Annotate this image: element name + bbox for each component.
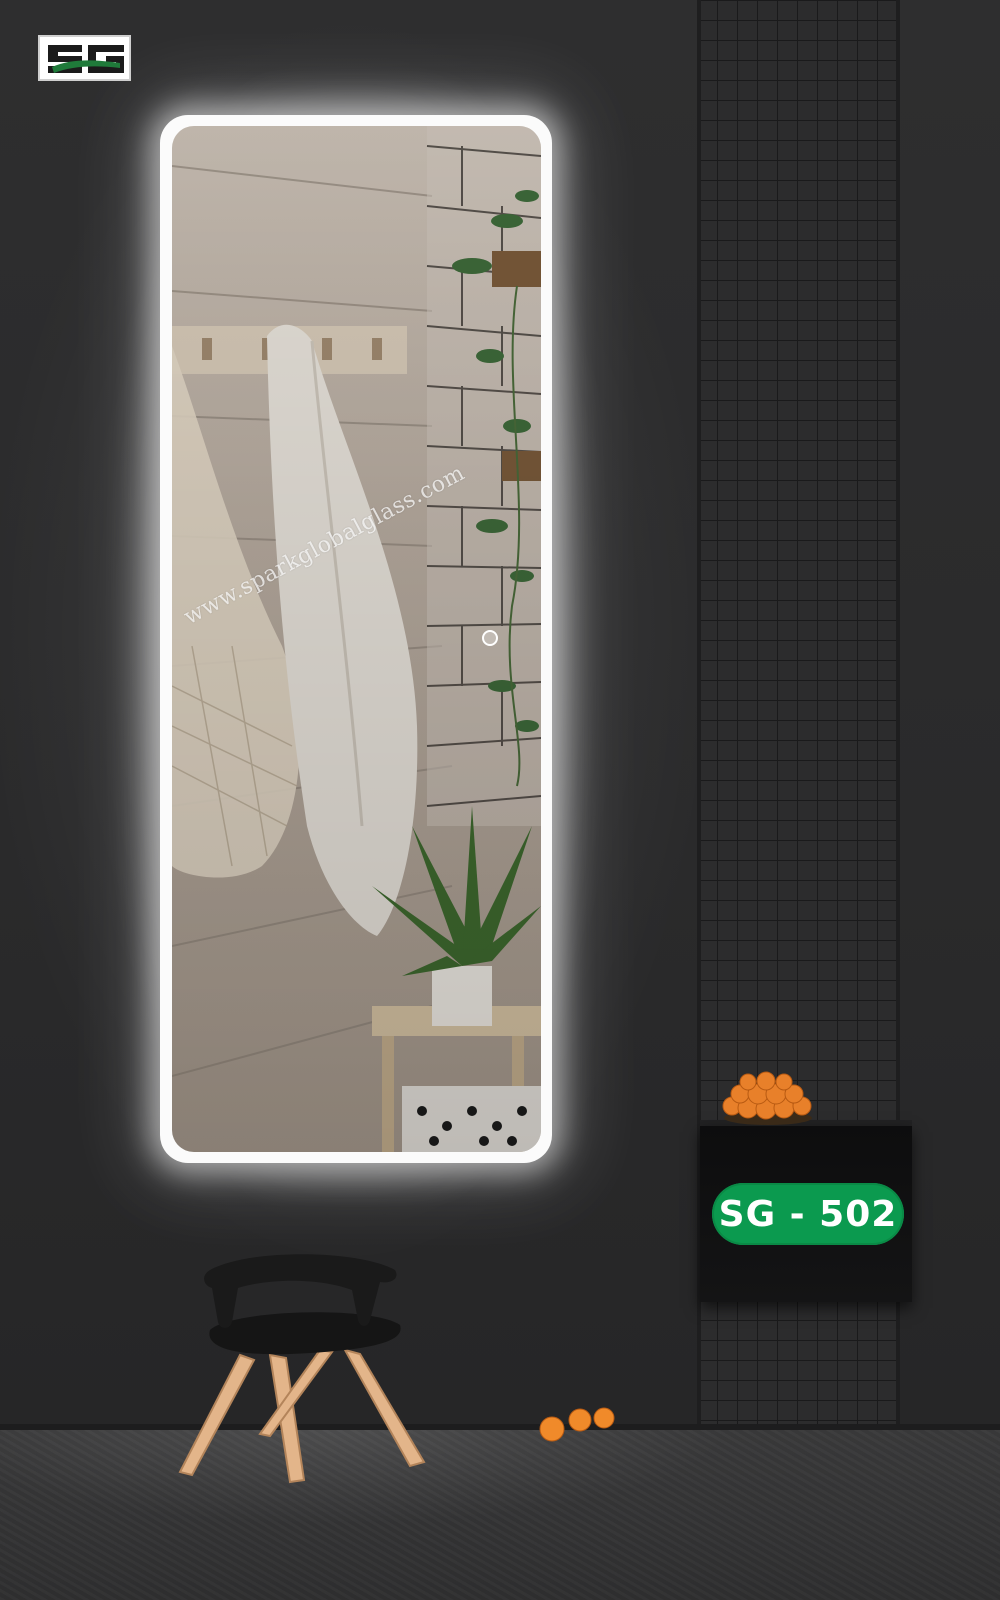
touch-sensor-icon[interactable] <box>482 630 498 646</box>
model-badge: SG - 502 <box>712 1183 904 1245</box>
baseboard <box>0 1424 1000 1430</box>
concrete-floor <box>0 1428 1000 1600</box>
black-wood-chair <box>178 1254 426 1484</box>
product-photo: www.sparkglobalglass.com SG - 502 <box>0 0 1000 1600</box>
sg-logo-mark <box>48 45 124 73</box>
oranges-on-floor <box>539 1407 615 1442</box>
sg-logo <box>38 35 131 81</box>
orange-fruit-bowl <box>722 1071 812 1125</box>
